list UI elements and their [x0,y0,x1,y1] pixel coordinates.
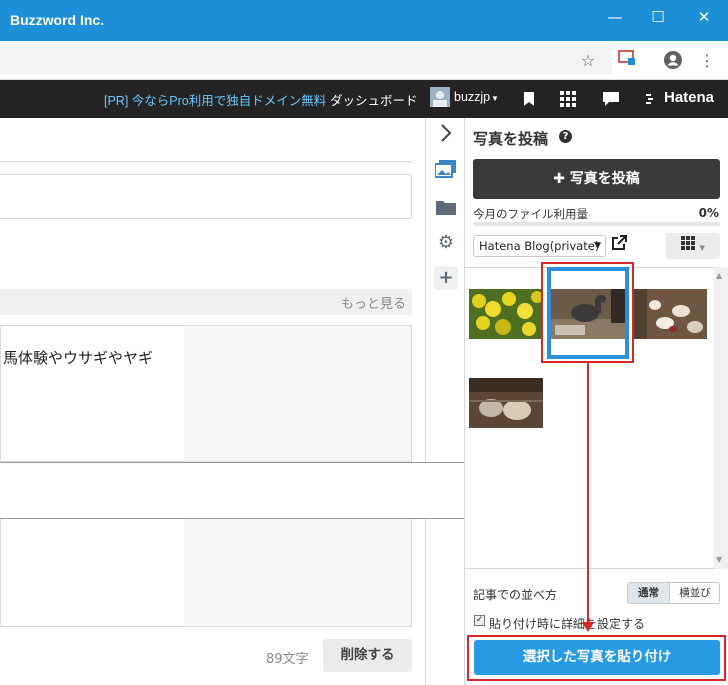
cast-icon[interactable] [616,50,638,72]
annotation-arrow-head [582,622,594,632]
address-bar[interactable] [0,47,612,75]
usage-bar [473,222,720,226]
delete-button[interactable]: 削除する [323,639,412,672]
menu-icon[interactable]: ⋮ [696,50,718,72]
annotation-box-paste [467,635,726,681]
folder-icon[interactable] [434,198,458,222]
horizontal-panel [0,462,464,519]
divider [0,161,412,162]
maximize-button[interactable]: ☐ [643,6,673,30]
hatena-brand[interactable]: Hatena [664,89,714,106]
hatena-logo[interactable] [646,91,662,110]
blog-select-value: Hatena Blog(private) [479,239,600,253]
char-count: 89文字 [266,652,309,667]
browser-toolbar: ☆ ⋮ [0,41,728,80]
blog-select[interactable]: Hatena Blog(private) ▼ [473,235,606,257]
usage-label: 今月のファイル利用量 [473,207,588,221]
comment-icon[interactable] [603,92,619,109]
dashboard-link[interactable]: ダッシュボード [330,90,418,109]
external-link-icon[interactable] [611,235,631,255]
scroll-down-icon[interactable]: ▼ [716,555,722,564]
lower-editor[interactable] [0,517,412,627]
profile-icon[interactable] [662,50,684,72]
usage-percent: 0% [698,206,719,220]
hatena-header: [PR] 今ならPro利用で独自ドメイン無料 ダッシュボード buzzjp ▼ … [0,80,728,118]
body-text: 馬体験やウサギやヤギ [3,349,154,367]
photo-thumbnail-sheep[interactable] [469,378,543,428]
gallery-scrollbar[interactable]: ▲ ▼ [714,267,728,569]
panel-title: 写真を投稿 [473,130,549,148]
body-editor[interactable]: 馬体験やウサギやヤギ [0,325,412,462]
sort-toggle: 通常 横並び [627,582,720,604]
chevron-down-icon: ▼ [594,241,601,251]
grid-icon [681,236,699,254]
photo-icon[interactable] [434,160,458,184]
close-button[interactable]: ✕ [689,6,719,30]
help-icon[interactable]: ? [559,130,572,143]
sort-label: 記事での並べ方 [473,588,558,602]
apps-grid-icon[interactable] [560,91,576,110]
annotation-arrow [587,363,589,627]
gear-icon[interactable]: ⚙ [434,231,458,255]
username[interactable]: buzzjp [454,90,490,104]
window-title: Buzzword Inc. [10,12,105,28]
plus-icon[interactable]: + [434,266,458,290]
minimize-button[interactable]: — [600,6,630,30]
title-input[interactable] [0,174,412,219]
chevron-down-icon: ▼ [699,244,705,252]
more-bar: もっと見る [0,289,412,315]
photo-panel: 写真を投稿 ? ✚ 写真を投稿 今月のファイル利用量 0% Hatena Blo… [464,118,728,685]
post-photo-button[interactable]: ✚ 写真を投稿 [473,159,720,199]
view-grid-button[interactable]: ▼ [666,233,720,259]
photo-thumbnail-flowers[interactable] [469,289,543,339]
promo-link[interactable]: [PR] 今ならPro利用で独自ドメイン無料 [104,90,326,109]
body-text-area[interactable]: 馬体験やウサギやヤギ [1,326,184,461]
avatar[interactable] [430,87,450,110]
chevron-down-icon[interactable]: ▼ [491,94,499,103]
plus-icon: ✚ [553,171,570,187]
scroll-up-icon[interactable]: ▲ [716,271,722,280]
detail-checkbox[interactable]: ✓ [474,615,485,626]
photo-thumbnail-rabbits[interactable] [633,289,707,339]
sidebar-icon-strip: ⚙ + [425,118,464,685]
editor-area: もっと見る 馬体験やウサギやヤギ 89文字 削除する [0,118,425,685]
star-icon[interactable]: ☆ [577,50,599,72]
window-title-bar: Buzzword Inc. — ☐ ✕ [0,0,728,41]
more-link[interactable]: もっと見る [341,293,406,312]
detail-checkbox-label[interactable]: 貼り付け時に詳細を設定する [489,615,645,632]
post-photo-label: 写真を投稿 [569,171,640,187]
bookmark-icon[interactable] [523,91,535,110]
sort-normal-option[interactable]: 通常 [628,583,669,603]
chevron-right-icon[interactable] [434,123,458,147]
annotation-box-photo [541,262,634,363]
lower-text-area[interactable] [1,517,184,626]
sort-horizontal-option[interactable]: 横並び [669,583,719,603]
